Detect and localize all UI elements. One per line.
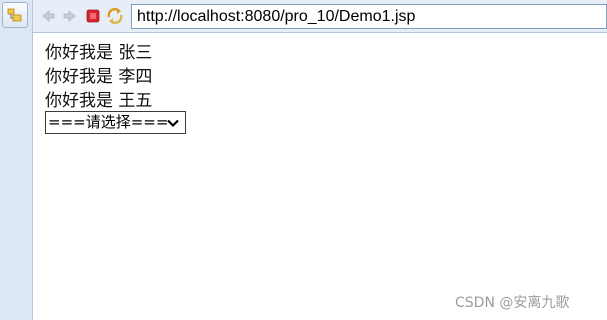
chevron-down-icon [167, 119, 179, 128]
refresh-icon[interactable] [106, 7, 124, 25]
package-explorer-button[interactable] [2, 2, 28, 28]
greeting-line: 你好我是 王五 [45, 91, 153, 111]
package-explorer-icon [7, 8, 22, 22]
back-arrow-icon[interactable] [39, 7, 57, 25]
address-bar[interactable]: http://localhost:8080/pro_10/Demo1.jsp [131, 4, 607, 29]
greeting-line: 你好我是 李四 [45, 67, 153, 87]
side-panel-strip [0, 0, 33, 320]
person-select[interactable]: ===请选择=== [45, 111, 186, 134]
browser-toolbar: http://localhost:8080/pro_10/Demo1.jsp [33, 0, 607, 33]
forward-arrow-icon[interactable] [61, 7, 79, 25]
stop-icon[interactable] [84, 7, 102, 25]
select-value: ===请选择=== [48, 113, 169, 131]
greeting-line: 你好我是 张三 [45, 43, 153, 63]
page-content: 你好我是 张三 你好我是 李四 你好我是 王五 [45, 41, 152, 113]
watermark: CSDN @安离九歌 [455, 295, 570, 311]
